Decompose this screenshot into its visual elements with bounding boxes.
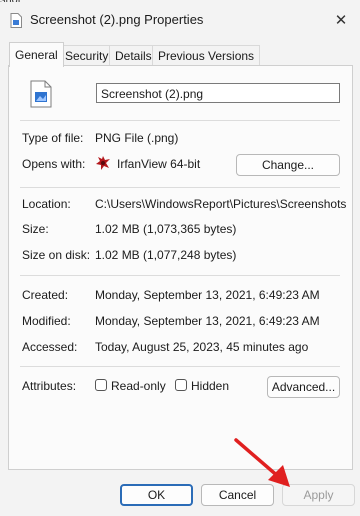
close-icon: ✕ bbox=[334, 12, 348, 29]
location-label: Location: bbox=[22, 197, 71, 211]
filename-input[interactable]: Screenshot (2).png bbox=[96, 83, 340, 103]
created-value: Monday, September 13, 2021, 6:49:23 AM bbox=[95, 288, 320, 302]
divider bbox=[20, 275, 340, 276]
hidden-label: Hidden bbox=[191, 379, 230, 393]
png-file-icon bbox=[30, 80, 52, 108]
opens-with-value: IrfanView 64-bit bbox=[117, 157, 201, 171]
opens-with-label: Opens with: bbox=[22, 157, 86, 171]
window-title: Screenshot (2).png Properties bbox=[30, 12, 204, 27]
advanced-button[interactable]: Advanced... bbox=[267, 376, 340, 398]
modified-value: Monday, September 13, 2021, 6:49:23 AM bbox=[95, 314, 320, 328]
type-of-file-value: PNG File (.png) bbox=[95, 131, 179, 145]
created-label: Created: bbox=[22, 288, 69, 302]
tab-security[interactable]: Security bbox=[59, 45, 115, 66]
divider bbox=[20, 120, 340, 121]
tab-previous-versions[interactable]: Previous Versions bbox=[152, 45, 261, 66]
close-button[interactable]: ✕ bbox=[326, 6, 356, 34]
general-panel bbox=[8, 65, 353, 470]
accessed-label: Accessed: bbox=[22, 340, 78, 354]
annotation-arrow-icon bbox=[234, 438, 290, 487]
size-on-disk-value: 1.02 MB (1,077,248 bytes) bbox=[95, 248, 237, 262]
image-file-icon bbox=[10, 13, 22, 28]
size-label: Size: bbox=[22, 222, 49, 236]
irfanview-icon bbox=[96, 156, 110, 170]
tab-general[interactable]: General bbox=[9, 42, 64, 67]
change-button[interactable]: Change... bbox=[236, 154, 340, 176]
modified-label: Modified: bbox=[22, 314, 71, 328]
size-value: 1.02 MB (1,073,365 bytes) bbox=[95, 222, 237, 236]
divider bbox=[20, 187, 340, 188]
type-of-file-label: Type of file: bbox=[22, 131, 84, 145]
divider bbox=[20, 366, 340, 367]
hidden-checkbox[interactable] bbox=[175, 379, 187, 391]
location-value: C:\Users\WindowsReport\Pictures\Screensh… bbox=[95, 197, 347, 211]
tab-details[interactable]: Details bbox=[109, 45, 158, 66]
readonly-checkbox[interactable] bbox=[95, 379, 107, 391]
size-on-disk-label: Size on disk: bbox=[22, 248, 91, 262]
readonly-label: Read-only bbox=[111, 379, 166, 393]
attributes-label: Attributes: bbox=[22, 379, 77, 393]
ok-button[interactable]: OK bbox=[120, 484, 193, 506]
accessed-value: Today, August 25, 2023, 45 minutes ago bbox=[95, 340, 309, 354]
